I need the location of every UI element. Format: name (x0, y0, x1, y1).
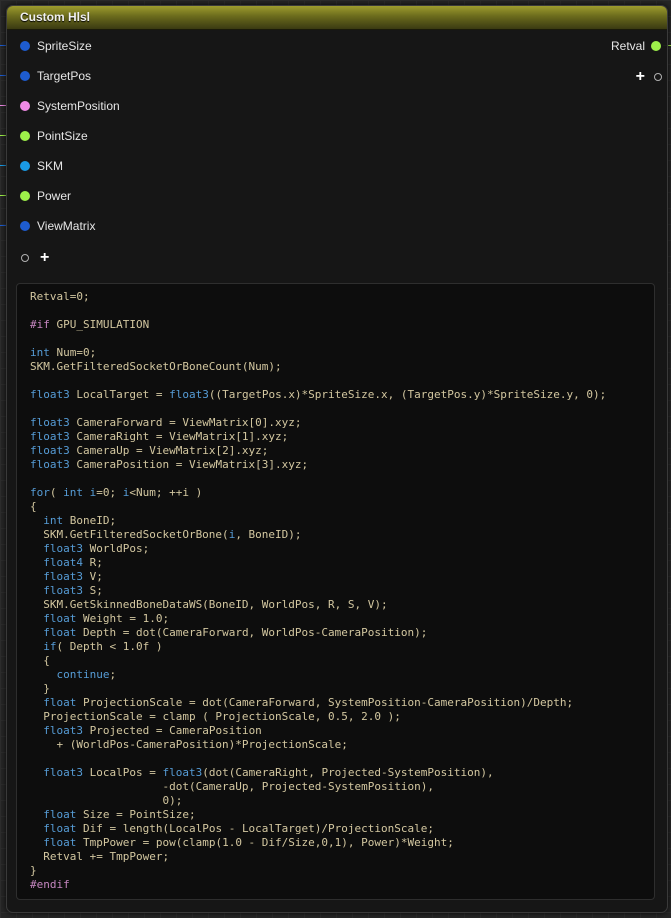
code-line: SKM.GetFilteredSocketOrBoneCount(Num); (30, 360, 282, 373)
pin-label: SKM (37, 159, 64, 173)
input-pin-sprite-size[interactable]: SpriteSize (20, 37, 92, 55)
code-line: float3 CameraRight = ViewMatrix[1].xyz; (30, 430, 289, 443)
code-line: float TmpPower = pow(clamp(1.0 - Dif/Siz… (43, 836, 454, 849)
add-input-pin[interactable]: + (21, 249, 49, 267)
pin-dot-icon[interactable] (20, 101, 30, 111)
code-line: { (30, 654, 50, 667)
code-line: } (30, 682, 50, 695)
graph-canvas[interactable]: Custom Hlsl SpriteSize TargetPos SystemP… (0, 0, 671, 918)
code-line: continue; (56, 668, 117, 681)
input-pin-system-position[interactable]: SystemPosition (20, 97, 120, 115)
hlsl-code-text[interactable]: Retval=0; #if GPU_SIMULATION int Num=0; S… (30, 290, 606, 892)
code-line: float3 S; (43, 584, 103, 597)
code-line: for( int i=0; i<Num; ++i ) (30, 486, 203, 499)
node-header[interactable]: Custom Hlsl (7, 6, 667, 30)
code-line: #endif (30, 878, 70, 891)
pin-label: SpriteSize (37, 39, 92, 53)
pin-dot-icon[interactable] (20, 71, 30, 81)
code-line: -dot(CameraUp, Projected-SystemPosition)… (30, 780, 434, 793)
ring-icon[interactable] (21, 254, 29, 262)
pin-label: Power (37, 189, 72, 203)
input-pin-power[interactable]: Power (20, 187, 71, 205)
pin-dot-icon[interactable] (20, 41, 30, 51)
code-line: if( Depth < 1.0f ) (43, 640, 163, 653)
code-line: float3 V; (43, 570, 103, 583)
plus-icon[interactable]: + (40, 250, 49, 266)
code-line: float3 CameraUp = ViewMatrix[2].xyz; (30, 444, 269, 457)
code-line: float3 LocalTarget = float3((TargetPos.x… (30, 388, 607, 401)
input-pin-point-size[interactable]: PointSize (20, 127, 88, 145)
code-line: float3 WorldPos; (43, 542, 150, 555)
code-line: ProjectionScale = clamp ( ProjectionScal… (30, 710, 401, 723)
hlsl-code-editor[interactable]: Retval=0; #if GPU_SIMULATION int Num=0; S… (16, 283, 655, 900)
code-line: 0); (30, 794, 183, 807)
code-line: int Num=0; (30, 346, 97, 359)
add-output-pin[interactable]: + (636, 68, 662, 86)
input-pin-target-pos[interactable]: TargetPos (20, 67, 91, 85)
code-line: SKM.GetSkinnedBoneDataWS(BoneID, WorldPo… (30, 598, 388, 611)
pin-label: ViewMatrix (37, 219, 96, 233)
code-line: #if GPU_SIMULATION (30, 318, 150, 331)
code-line: float3 CameraPosition = ViewMatrix[3].xy… (30, 458, 309, 471)
pin-label: TargetPos (37, 69, 92, 83)
code-line: float ProjectionScale = dot(CameraForwar… (43, 696, 574, 709)
code-line: SKM.GetFilteredSocketOrBone(i, BoneID); (30, 528, 302, 541)
pin-dot-icon[interactable] (651, 41, 661, 51)
code-line: Retval += TmpPower; (30, 850, 170, 863)
code-line: int BoneID; (43, 514, 117, 527)
code-line: + (WorldPos-CameraPosition)*ProjectionSc… (30, 738, 348, 751)
code-line: Retval=0; (30, 290, 90, 303)
node-title: Custom Hlsl (20, 10, 91, 24)
code-line: float4 R; (43, 556, 103, 569)
code-line: { (30, 500, 37, 513)
custom-hlsl-node[interactable]: Custom Hlsl SpriteSize TargetPos SystemP… (6, 5, 668, 913)
code-line: float Size = PointSize; (43, 808, 196, 821)
plus-icon[interactable]: + (636, 69, 645, 85)
code-line: float3 CameraForward = ViewMatrix[0].xyz… (30, 416, 302, 429)
code-line: float3 Projected = CameraPosition (43, 724, 262, 737)
input-pin-view-matrix[interactable]: ViewMatrix (20, 217, 95, 235)
pin-dot-icon[interactable] (20, 191, 30, 201)
pin-label: Retval (610, 39, 645, 53)
code-line: float3 LocalPos = float3(dot(CameraRight… (43, 766, 494, 779)
code-line: } (30, 864, 37, 877)
pin-label: PointSize (37, 129, 88, 143)
code-line: float Weight = 1.0; (43, 612, 170, 625)
ring-icon[interactable] (654, 73, 662, 81)
pin-dot-icon[interactable] (20, 161, 30, 171)
input-pin-skm[interactable]: SKM (20, 157, 63, 175)
pin-dot-icon[interactable] (20, 131, 30, 141)
pin-dot-icon[interactable] (20, 221, 30, 231)
output-pin-retval[interactable]: Retval (611, 37, 661, 55)
code-line: float Depth = dot(CameraForward, WorldPo… (43, 626, 428, 639)
code-line: float Dif = length(LocalPos - LocalTarge… (43, 822, 434, 835)
pin-label: SystemPosition (37, 99, 120, 113)
